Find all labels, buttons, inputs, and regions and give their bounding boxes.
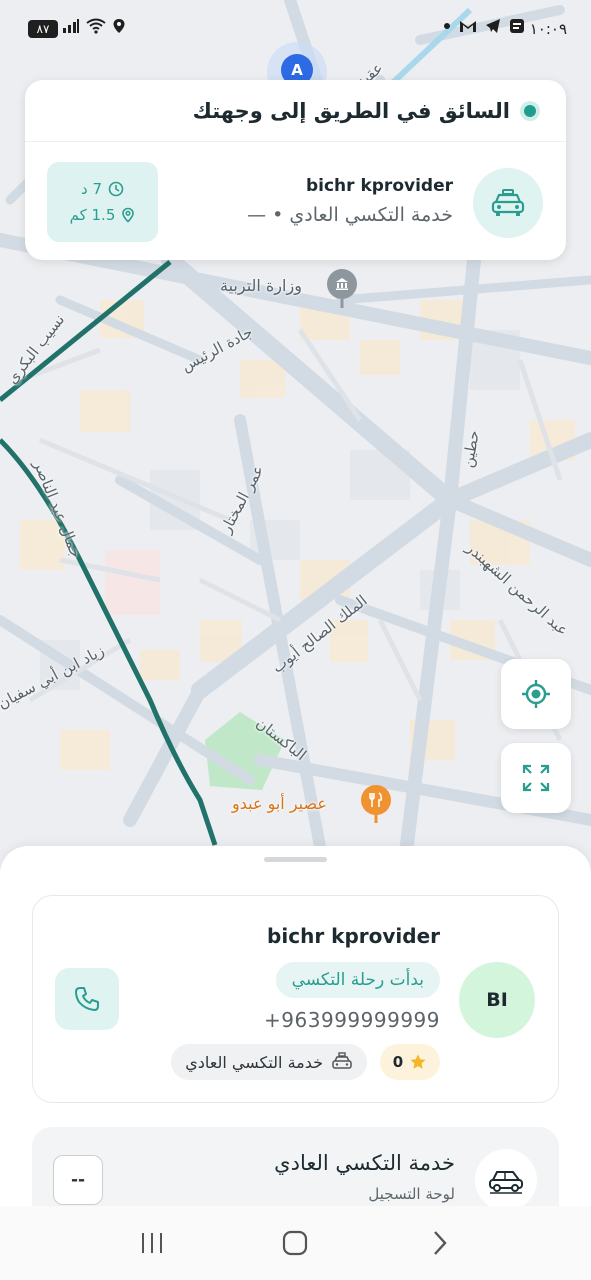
home-button[interactable] bbox=[265, 1218, 325, 1268]
restaurant-icon bbox=[368, 792, 384, 808]
status-dot bbox=[524, 104, 536, 117]
notification-dot-icon bbox=[444, 23, 450, 29]
drag-handle[interactable] bbox=[264, 857, 327, 862]
eta-box: 7 د 1.5 كم bbox=[47, 162, 158, 242]
service-chip: خدمة التكسي العادي bbox=[171, 1044, 367, 1080]
recent-apps-icon bbox=[141, 1233, 162, 1253]
bottom-sheet[interactable]: bichr kprovider بدأت رحلة التكسي +963999… bbox=[0, 846, 591, 1206]
eta-time-row: 7 د bbox=[81, 180, 124, 198]
rating-value: 0 bbox=[392, 1053, 404, 1071]
locate-button[interactable] bbox=[501, 659, 571, 729]
taxi-icon bbox=[473, 168, 543, 238]
telegram-icon bbox=[486, 19, 500, 33]
trip-status-card: السائق في الطريق إلى وجهتك bichr kprovid… bbox=[25, 80, 566, 260]
status-bar: ٨٧ ١٠:٠٩ bbox=[0, 14, 591, 48]
map-label-ministry[interactable]: وزارة التربية bbox=[220, 276, 302, 295]
vehicle-card: خدمة التكسي العادي لوحة التسجيل -- bbox=[32, 1127, 559, 1206]
car-icon bbox=[475, 1149, 537, 1206]
plate-value: -- bbox=[53, 1155, 103, 1205]
gmail-icon bbox=[460, 21, 476, 32]
fullscreen-button[interactable] bbox=[501, 743, 571, 813]
driver-card: bichr kprovider بدأت رحلة التكسي +963999… bbox=[32, 895, 559, 1103]
location-icon bbox=[113, 19, 125, 33]
app-notification-icon bbox=[510, 19, 524, 33]
pin-icon bbox=[122, 207, 135, 223]
map-label-juice-shop[interactable]: عصير أبو عبدو bbox=[232, 794, 327, 813]
signal-icon bbox=[63, 19, 79, 33]
locate-icon bbox=[522, 680, 550, 708]
taxi-small-icon bbox=[332, 1052, 352, 1069]
eta-time: 7 د bbox=[81, 180, 102, 198]
driver-name: bichr kprovider bbox=[267, 924, 440, 948]
driver-phone: +963999999999 bbox=[264, 1008, 440, 1032]
ministry-icon bbox=[334, 276, 350, 292]
phone-icon bbox=[75, 987, 99, 1011]
trip-status-text: السائق في الطريق إلى وجهتك bbox=[192, 98, 510, 123]
home-icon bbox=[283, 1230, 308, 1256]
back-button[interactable] bbox=[409, 1218, 469, 1268]
driver-avatar: BI bbox=[459, 962, 535, 1038]
driver-name-top: bichr kprovider bbox=[305, 176, 453, 196]
eta-distance-row: 1.5 كم bbox=[70, 206, 136, 224]
eta-distance: 1.5 كم bbox=[69, 206, 116, 224]
service-chip-label: خدمة التكسي العادي bbox=[185, 1052, 323, 1072]
recent-apps-button[interactable] bbox=[122, 1218, 182, 1268]
star-icon bbox=[410, 1054, 426, 1069]
back-icon bbox=[434, 1231, 447, 1255]
map-marker-a[interactable]: A bbox=[285, 58, 309, 82]
system-nav-bar bbox=[0, 1206, 591, 1280]
service-line-top: خدمة التكسي العادي • — bbox=[247, 204, 453, 226]
wifi-icon bbox=[86, 18, 106, 34]
clock-icon bbox=[108, 181, 124, 197]
trip-status-header: السائق في الطريق إلى وجهتك bbox=[25, 80, 566, 142]
trip-status-badge: بدأت رحلة التكسي bbox=[275, 962, 440, 998]
fullscreen-icon bbox=[522, 764, 550, 792]
plate-label: لوحة التسجيل bbox=[368, 1185, 455, 1203]
call-button[interactable] bbox=[55, 968, 119, 1030]
rating-chip: 0 bbox=[380, 1044, 440, 1080]
status-time: ١٠:٠٩ bbox=[529, 20, 567, 38]
vehicle-title: خدمة التكسي العادي bbox=[274, 1151, 455, 1175]
battery-icon: ٨٧ bbox=[28, 20, 58, 38]
